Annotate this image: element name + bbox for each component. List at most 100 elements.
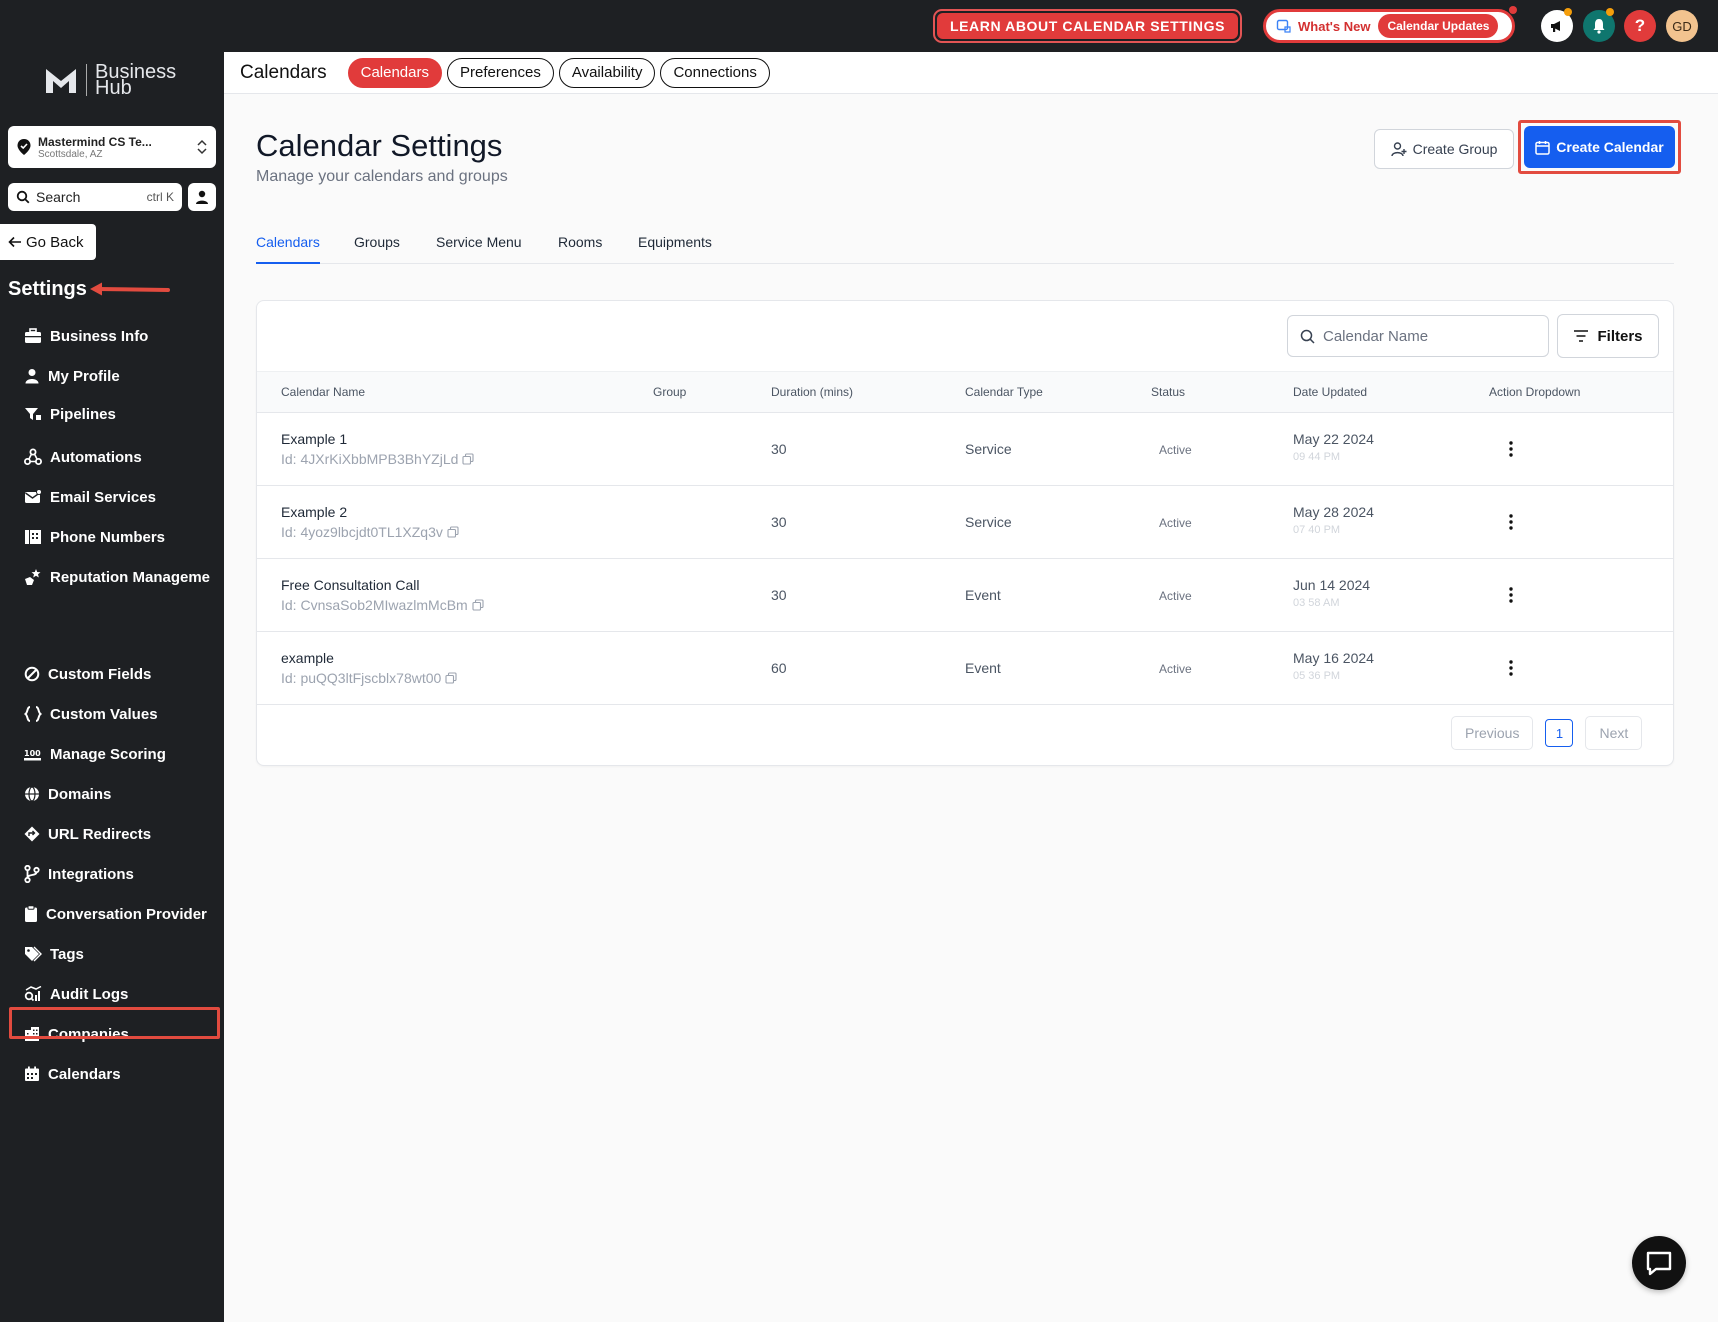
briefcase-icon (25, 328, 41, 343)
copy-icon[interactable] (472, 599, 484, 611)
tab-availability[interactable]: Availability (558, 57, 656, 88)
create-calendar-highlight: Create Calendar (1518, 120, 1681, 174)
sidebar-item-my-profile[interactable]: My Profile (24, 362, 220, 390)
sidebar-item-label: Domains (48, 785, 112, 803)
tab-connections[interactable]: Connections (660, 57, 770, 88)
whats-new-icon (1276, 19, 1291, 33)
sidebar-item-calendars[interactable]: Calendars (24, 1060, 220, 1088)
action-dropdown-button[interactable] (1497, 508, 1525, 536)
calendar-name[interactable]: Example 1 (281, 431, 347, 447)
date-updated: Jun 14 2024 (1293, 577, 1371, 593)
sidebar-item-custom-values[interactable]: Custom Values (24, 700, 220, 728)
globe-icon (25, 786, 39, 802)
avatar[interactable]: GD (1666, 10, 1698, 42)
settings-heading: Settings (8, 278, 87, 300)
star-hand-icon (25, 569, 41, 585)
column-header[interactable]: Calendar Type (965, 385, 1043, 399)
sidebar-item-audit-logs[interactable]: Audit Logs (24, 980, 220, 1008)
column-header[interactable]: Duration (mins) (771, 385, 853, 399)
account-location: Scottsdale, AZ (38, 148, 103, 160)
add-user-icon (1390, 142, 1407, 157)
search-shortcut: ctrl K (146, 190, 174, 204)
column-header[interactable]: Group (653, 385, 686, 399)
business-hub-logo[interactable]: Business Hub (44, 52, 176, 108)
location-pin-icon (17, 139, 31, 155)
previous-page-button[interactable]: Previous (1451, 716, 1534, 750)
sidebar-item-integrations[interactable]: Integrations (24, 860, 220, 888)
sidebar-item-label: URL Redirects (48, 825, 152, 843)
sidebar-item-conversation-provider[interactable]: Conversation Provider (24, 900, 220, 928)
whats-new-dot (1509, 6, 1517, 14)
create-calendar-button[interactable]: Create Calendar (1524, 126, 1675, 168)
calendar-name[interactable]: example (281, 650, 334, 666)
create-group-label: Create Group (1412, 141, 1498, 157)
sidebar-item-pipelines[interactable]: Pipelines (24, 400, 220, 428)
sidebar-item-email-services[interactable]: Email Services (24, 483, 220, 511)
calendar-tabs: Calendars Groups Service Menu Rooms Equi… (256, 232, 1674, 264)
calendar-name[interactable]: Example 2 (281, 504, 347, 520)
column-header[interactable]: Calendar Name (281, 385, 365, 399)
table-row[interactable]: Example 2 Id: 4yoz9lbcjdt0TL1XZq3v 30 Se… (257, 486, 1673, 559)
calendar-icon (25, 1066, 39, 1081)
create-group-button[interactable]: Create Group (1374, 129, 1514, 169)
branch-icon (24, 865, 40, 883)
column-header: Action Dropdown (1489, 385, 1581, 399)
sidebar-item-reputation-management[interactable]: Reputation Manageme (24, 563, 220, 591)
help-button[interactable]: ? (1624, 10, 1656, 42)
sidebar-item-domains[interactable]: Domains (24, 780, 220, 808)
sidebar-item-automations[interactable]: Automations (24, 443, 220, 471)
sidebar-item-label: Email Services (50, 488, 156, 506)
table-row[interactable]: Free Consultation Call Id: CvnsaSob2MIwa… (257, 559, 1673, 632)
learn-calendar-settings-button[interactable]: LEARN ABOUT CALENDAR SETTINGS (933, 9, 1242, 43)
sidebar-item-url-redirects[interactable]: URL Redirects (24, 820, 220, 848)
user-icon (196, 190, 208, 204)
sidebar-item-business-info[interactable]: Business Info (24, 322, 220, 350)
chat-widget-button[interactable] (1632, 1236, 1686, 1290)
quick-profile-button[interactable] (188, 183, 216, 211)
action-dropdown-button[interactable] (1497, 435, 1525, 463)
calendar-name[interactable]: Free Consultation Call (281, 577, 420, 593)
tab-service-menu[interactable]: Service Menu (436, 234, 522, 264)
calendar-duration: 30 (771, 587, 787, 603)
next-page-button[interactable]: Next (1585, 716, 1643, 750)
more-vertical-icon (1509, 514, 1513, 530)
page-number-button[interactable]: 1 (1545, 719, 1574, 747)
sidebar-item-manage-scoring[interactable]: 100 Manage Scoring (24, 740, 220, 768)
account-switcher[interactable]: Mastermind CS Te... Scottsdale, AZ (8, 126, 216, 168)
filters-button[interactable]: Filters (1557, 314, 1659, 358)
sidebar-search[interactable]: Search ctrl K (8, 183, 182, 211)
action-dropdown-button[interactable] (1497, 654, 1525, 682)
whats-new-button[interactable]: What's New Calendar Updates (1263, 9, 1515, 43)
table-row[interactable]: Example 1 Id: 4JXrKiXbbMPB3BhYZjLd 30 Se… (257, 413, 1673, 486)
go-back-button[interactable]: Go Back (0, 224, 96, 260)
copy-icon[interactable] (447, 526, 459, 538)
calendar-id-text: Id: 4JXrKiXbbMPB3BhYZjLd (281, 451, 459, 467)
column-header[interactable]: Status (1151, 385, 1185, 399)
date-updated: May 28 2024 (1293, 504, 1374, 520)
sidebar-item-custom-fields[interactable]: Custom Fields (24, 660, 220, 688)
copy-icon[interactable] (462, 453, 474, 465)
date-updated: May 16 2024 (1293, 650, 1374, 666)
time-updated: 03 58 AM (1293, 597, 1340, 609)
calendar-search-input[interactable] (1323, 327, 1523, 345)
time-updated: 05 36 PM (1293, 670, 1341, 682)
copy-icon[interactable] (445, 672, 457, 684)
tab-rooms[interactable]: Rooms (558, 234, 602, 264)
table-row[interactable]: example Id: puQQ3ltFjscblx78wt00 60 Even… (257, 632, 1673, 705)
sidebar-item-tags[interactable]: Tags (24, 940, 220, 968)
megaphone-icon (1551, 21, 1560, 32)
tab-calendars-list[interactable]: Calendars (256, 234, 320, 264)
funnel-icon (25, 408, 41, 420)
sidebar-item-label: Phone Numbers (50, 528, 166, 546)
tab-equipments[interactable]: Equipments (638, 234, 712, 264)
sidebar-item-phone-numbers[interactable]: Phone Numbers (24, 523, 220, 551)
tab-preferences[interactable]: Preferences (446, 57, 554, 88)
bell-icon (1593, 19, 1605, 34)
calendar-search[interactable] (1287, 315, 1549, 357)
filter-lines-icon (1574, 330, 1589, 342)
action-dropdown-button[interactable] (1497, 581, 1525, 609)
sidebar-item-label: Conversation Provider (46, 905, 207, 923)
column-header[interactable]: Date Updated (1293, 385, 1367, 399)
tab-groups[interactable]: Groups (354, 234, 400, 264)
tab-calendars[interactable]: Calendars (347, 57, 442, 88)
